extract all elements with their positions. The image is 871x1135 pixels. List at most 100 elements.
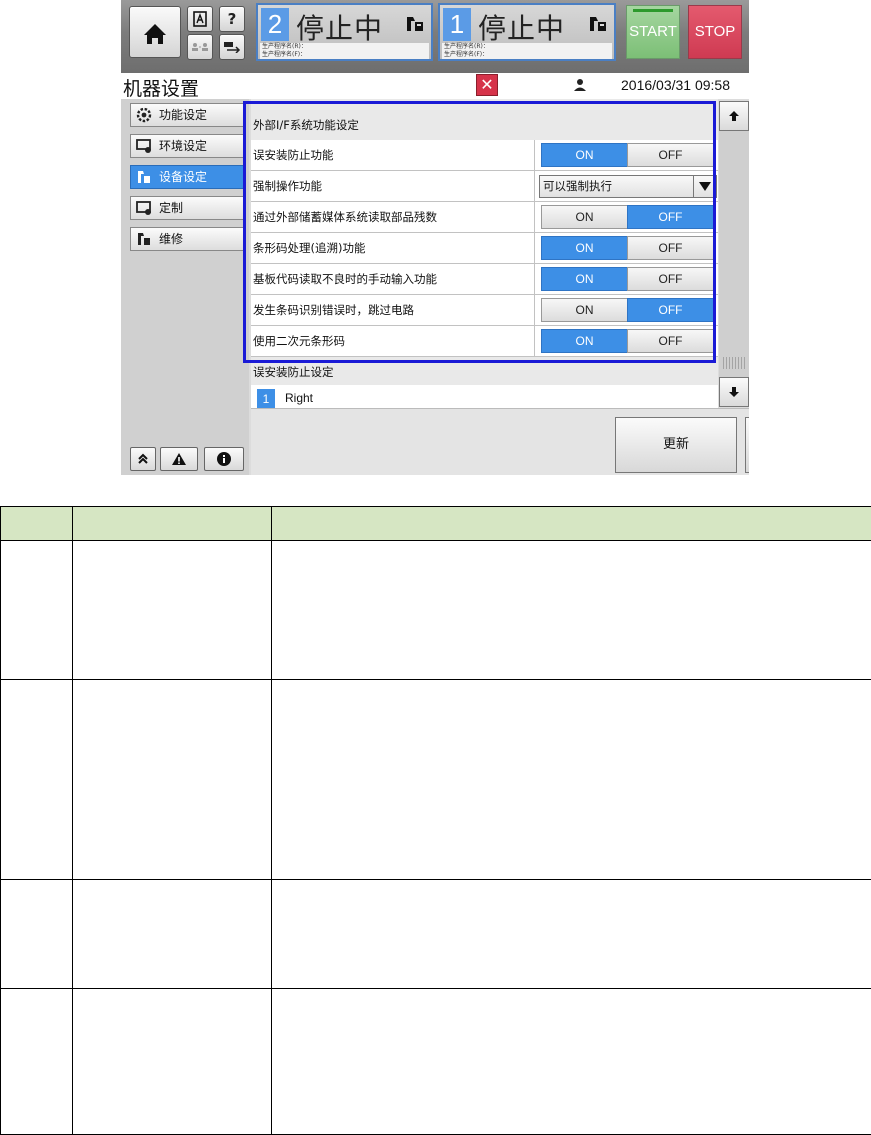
sidebar-item-label: 功能设定: [159, 108, 208, 122]
alarm-button[interactable]: [160, 447, 198, 471]
sidebar-item-label: 设备设定: [159, 170, 208, 184]
unit-number: 2: [261, 8, 289, 41]
off-toggle[interactable]: OFF: [627, 143, 714, 167]
forced-operation-select[interactable]: 可以强制执行: [539, 175, 717, 198]
scroll-grip[interactable]: [723, 357, 745, 369]
unit-state: 停止中: [296, 12, 384, 45]
unit-state: 停止中: [478, 12, 566, 45]
scroll-down-button[interactable]: [719, 377, 749, 407]
start-button[interactable]: START: [626, 5, 680, 59]
table-header-cell: [0, 506, 73, 541]
setting-label: 发生条码识别错误时，跳过电路: [253, 295, 535, 325]
on-toggle[interactable]: ON: [541, 143, 628, 167]
stop-button[interactable]: STOP: [688, 5, 742, 59]
datetime-display: 2016/03/31 09:58: [621, 77, 730, 93]
scroll-up-button[interactable]: [719, 101, 749, 131]
select-value: 可以强制执行: [543, 179, 612, 193]
device-icon: [138, 171, 150, 183]
table-row: [0, 879, 871, 989]
cancel-button[interactable]: 取消: [745, 417, 749, 473]
sidebar-item-customize[interactable]: 定制: [130, 196, 246, 220]
setting-row-misinstall-prevention: 误安装防止功能 ON OFF: [251, 140, 718, 171]
close-icon: ✕: [480, 75, 494, 94]
sidebar-item-label: 定制: [159, 201, 184, 215]
setting-label: 使用二次元条形码: [253, 326, 535, 356]
table-header-cell: [271, 506, 871, 541]
page-title: 机器设置: [123, 78, 200, 100]
gear-icon: [136, 107, 152, 123]
dropdown-arrow-icon[interactable]: [693, 176, 716, 197]
table-header-row: [0, 506, 871, 541]
on-toggle[interactable]: ON: [541, 329, 628, 353]
on-toggle[interactable]: ON: [541, 205, 628, 229]
setting-row-forced-operation: 强制操作功能 可以强制执行: [251, 171, 718, 202]
setting-label: 强制操作功能: [253, 171, 535, 201]
warning-icon: [172, 453, 186, 465]
arrow-up-icon: [729, 111, 739, 121]
collapse-button[interactable]: [130, 447, 156, 471]
setting-label: 条形码处理(追溯)功能: [253, 233, 535, 263]
operator-button[interactable]: [187, 34, 213, 60]
home-button[interactable]: [129, 6, 181, 58]
off-toggle[interactable]: OFF: [627, 205, 714, 229]
sidebar-item-device-settings[interactable]: 设备设定: [130, 165, 246, 189]
off-toggle[interactable]: OFF: [627, 236, 714, 260]
table-cell: [271, 679, 871, 880]
home-icon: [144, 24, 166, 44]
table-cell: [271, 540, 871, 680]
table-cell: [271, 988, 871, 1135]
setting-row-manual-board-code-input: 基板代码读取不良时的手动输入功能 ON OFF: [251, 264, 718, 295]
close-button[interactable]: ✕: [476, 74, 498, 96]
off-toggle[interactable]: OFF: [627, 298, 714, 322]
settings-panel: 外部I/F系统功能设定 误安装防止功能 ON OFF 强制操作功能 可以强制执行…: [251, 99, 718, 409]
sub-item-row[interactable]: 1 Right: [251, 385, 718, 409]
table-row: [0, 988, 871, 1135]
user-icon: [574, 79, 586, 91]
update-button[interactable]: 更新: [615, 417, 737, 473]
setting-row-barcode-traceability: 条形码处理(追溯)功能 ON OFF: [251, 233, 718, 264]
title-bar: 机器设置 ✕ 2016/03/31 09:58: [121, 73, 749, 100]
info-button[interactable]: [204, 447, 244, 471]
sidebar-item-environment-settings[interactable]: 环境设定: [130, 134, 246, 158]
on-toggle[interactable]: ON: [541, 267, 628, 291]
table-cell: [72, 988, 272, 1135]
usb-transfer-icon: [224, 42, 241, 53]
help-icon: ?: [227, 10, 237, 28]
table-row: [0, 540, 871, 680]
vertical-scrollbar[interactable]: [719, 101, 749, 407]
action-bar: 更新 取消: [251, 408, 749, 475]
off-toggle[interactable]: OFF: [627, 329, 714, 353]
monitor-edit-icon: [136, 201, 151, 215]
transfer-button[interactable]: [219, 34, 245, 60]
manual-icon: [193, 11, 207, 27]
machine-settings-screen: ? 2 停止中 生产程序名(R)： 生产程序名(F)： 1 停止中 生产程序名(…: [121, 0, 749, 475]
setting-label: 基板代码读取不良时的手动输入功能: [253, 264, 535, 294]
sidebar-item-maintenance[interactable]: 维修: [130, 227, 246, 251]
setting-row-barcode-error-skip: 发生条码识别错误时，跳过电路 ON OFF: [251, 295, 718, 326]
sidebar-item-label: 维修: [159, 232, 184, 246]
arrow-down-icon: [729, 387, 739, 397]
machine-status-icon: [407, 17, 423, 31]
sidebar-item-function-settings[interactable]: 功能设定: [130, 103, 246, 127]
on-toggle[interactable]: ON: [541, 236, 628, 260]
section-title: 外部I/F系统功能设定: [253, 118, 359, 132]
table-header-cell: [72, 506, 272, 541]
unit-program-info: 生产程序名(R)： 生产程序名(F)：: [442, 43, 612, 59]
operator-switch-icon: [192, 43, 208, 51]
machine-status-icon: [590, 17, 606, 31]
on-toggle[interactable]: ON: [541, 298, 628, 322]
table-cell: [0, 540, 73, 680]
table-cell: [72, 679, 272, 880]
help-button[interactable]: ?: [219, 6, 245, 32]
manual-button[interactable]: [187, 6, 213, 32]
off-toggle[interactable]: OFF: [627, 267, 714, 291]
table-cell: [0, 879, 73, 989]
top-header: ? 2 停止中 生产程序名(R)： 生产程序名(F)： 1 停止中 生产程序名(…: [121, 0, 749, 73]
status-unit-2: 2 停止中 生产程序名(R)： 生产程序名(F)：: [256, 3, 433, 61]
sidebar-item-label: 环境设定: [159, 139, 208, 153]
status-unit-1: 1 停止中 生产程序名(R)： 生产程序名(F)：: [438, 3, 616, 61]
double-chevron-up-icon: [138, 453, 148, 464]
unit-number: 1: [443, 8, 471, 41]
unit-program-info: 生产程序名(R)： 生产程序名(F)：: [260, 43, 429, 59]
setting-label: 误安装防止功能: [253, 140, 535, 170]
